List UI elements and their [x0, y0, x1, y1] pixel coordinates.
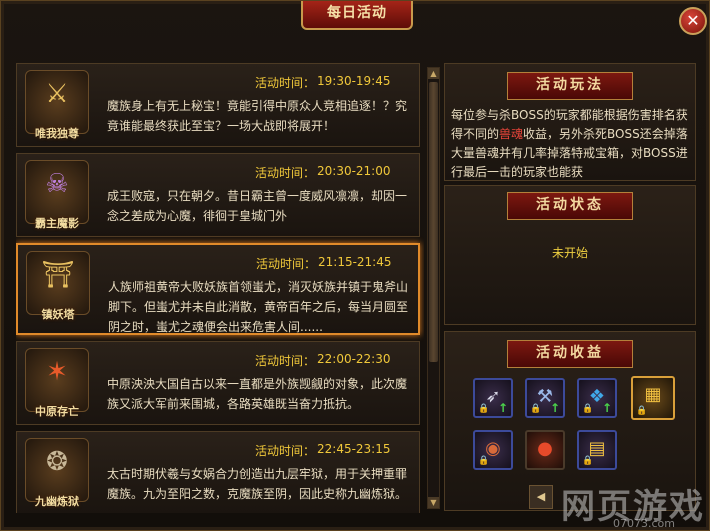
reward-crystal[interactable]: ❖ 🔒 ↑ — [577, 378, 617, 418]
rules-title: 活动玩法 — [507, 72, 633, 100]
activity-card[interactable]: ❂ 九幽炼狱 活动时间： 22:45-23:15 太古时期伏羲与女娲合力创造出九… — [16, 431, 420, 513]
activity-description: 太古时期伏羲与女娲合力创造出九层牢狱，用于关押重罪魔族。九为至阳之数，克魔族至阴… — [107, 467, 408, 501]
activity-time: 22:45-23:15 — [317, 442, 391, 456]
time-label: 活动时间： — [255, 166, 316, 180]
activity-name: 唯我独尊 — [35, 127, 79, 140]
activity-name: 镇妖塔 — [41, 308, 75, 321]
red-orb-icon: ● — [537, 438, 553, 459]
reward-red-orb[interactable]: ● — [525, 430, 565, 470]
dragon-icon: ❂ — [46, 447, 68, 477]
reward-beast-soul[interactable]: ◉ 🔒 — [473, 430, 513, 470]
rules-highlight: 兽魂 — [499, 127, 524, 141]
lock-icon: 🔒 — [582, 456, 594, 466]
activity-name: 霸主魔影 — [35, 217, 79, 230]
activity-description: 成王败寇，只在朝夕。昔日霸主曾一度威风凛凛，却因一念之差成为心魔，徘徊于皇城门外 — [107, 189, 408, 223]
activity-emblem: ✶ 中原存亡 — [25, 348, 89, 418]
time-label: 活动时间： — [255, 444, 316, 458]
watermark-url: 07073.com — [613, 517, 675, 530]
activity-time: 20:30-21:00 — [317, 164, 391, 178]
lock-icon: 🔒 — [478, 404, 490, 414]
activity-description: 人族师祖黄帝大败妖族首领蚩尤，消灭妖族并镇于鬼斧山脚下。但蚩尤并未自此消散，黄帝… — [108, 280, 409, 334]
activity-card-selected[interactable]: ⛩ 镇妖塔 活动时间： 21:15-21:45 人族师祖黄帝大败妖族首领蚩尤，消… — [16, 243, 420, 335]
treasure-chest-icon: ▦ — [644, 384, 662, 405]
activity-time: 21:15-21:45 — [318, 255, 392, 269]
rules-panel: 活动玩法 每位参与杀BOSS的玩家都能根据伤害排名获得不同的兽魂收益，另外杀死B… — [444, 63, 696, 181]
up-arrow-icon: ↑ — [549, 401, 560, 415]
scroll-up-icon[interactable]: ▲ — [428, 68, 439, 79]
close-button[interactable]: ✕ — [679, 7, 707, 35]
activity-name: 九幽炼狱 — [35, 495, 79, 508]
status-value: 未开始 — [551, 246, 588, 260]
activity-emblem: ⛩ 镇妖塔 — [26, 251, 90, 321]
activity-time: 22:00-22:30 — [317, 352, 391, 366]
crossed-swords-icon: ⚔ — [45, 79, 69, 109]
status-panel: 活动状态 未开始 — [444, 185, 696, 325]
activity-list: ⚔ 唯我独尊 活动时间： 19:30-19:45 魔族身上有无上秘宝！竟能引得中… — [16, 63, 424, 513]
up-arrow-icon: ↑ — [601, 401, 612, 415]
daily-activities-window: 每日活动 ✕ ⚔ 唯我独尊 活动时间： 19:30-19:45 魔族身上有无上秘… — [0, 0, 710, 531]
time-label: 活动时间： — [255, 76, 316, 90]
lock-icon: 🔒 — [530, 404, 542, 414]
demon-lord-icon: ☠ — [45, 169, 69, 199]
activity-emblem: ☠ 霸主魔影 — [25, 160, 89, 230]
time-label: 活动时间： — [255, 354, 316, 368]
status-title: 活动状态 — [507, 192, 633, 220]
pagoda-icon: ⛩ — [41, 260, 75, 290]
activity-list-scrollbar[interactable]: ▲ ▼ — [427, 67, 440, 509]
lock-icon: 🔒 — [636, 406, 648, 416]
activity-card[interactable]: ✶ 中原存亡 活动时间： 22:00-22:30 中原泱泱大国自古以来一直都是外… — [16, 341, 420, 425]
activity-description: 魔族身上有无上秘宝！竟能引得中原众人竞相追逐！？究竟谁能最终获此至宝？一场大战即… — [107, 99, 408, 133]
scrollbar-thumb[interactable] — [429, 82, 438, 362]
up-arrow-icon: ↑ — [497, 401, 508, 415]
activity-card[interactable]: ☠ 霸主魔影 活动时间： 20:30-21:00 成王败寇，只在朝夕。昔日霸主曾… — [16, 153, 420, 237]
flame-sigil-icon: ✶ — [46, 357, 68, 387]
reward-treasure-chest[interactable]: ▦ 🔒 — [631, 376, 675, 420]
activity-emblem: ⚔ 唯我独尊 — [25, 70, 89, 140]
reward-bow[interactable]: ➶ 🔒 ↑ — [473, 378, 513, 418]
rules-text: 每位参与杀BOSS的玩家都能根据伤害排名获得不同的兽魂收益，另外杀死BOSS还会… — [451, 106, 691, 182]
lock-icon: 🔒 — [478, 456, 490, 466]
activity-time: 19:30-19:45 — [317, 74, 391, 88]
reward-gold-bars[interactable]: ▤ 🔒 — [577, 430, 617, 470]
time-label: 活动时间： — [256, 257, 317, 271]
prev-page-button[interactable]: ◀ — [529, 485, 553, 509]
activity-emblem: ❂ 九幽炼狱 — [25, 438, 89, 508]
window-title: 每日活动 — [301, 1, 413, 30]
reward-axe[interactable]: ⚒ 🔒 ↑ — [525, 378, 565, 418]
activity-card[interactable]: ⚔ 唯我独尊 活动时间： 19:30-19:45 魔族身上有无上秘宝！竟能引得中… — [16, 63, 420, 147]
activity-description: 中原泱泱大国自古以来一直都是外族觊觎的对象，此次魔族又派大军前来围城，各路英雄既… — [107, 377, 408, 411]
rewards-title: 活动收益 — [507, 340, 633, 368]
scroll-down-icon[interactable]: ▼ — [428, 497, 439, 508]
lock-icon: 🔒 — [582, 404, 594, 414]
activity-name: 中原存亡 — [35, 405, 79, 418]
